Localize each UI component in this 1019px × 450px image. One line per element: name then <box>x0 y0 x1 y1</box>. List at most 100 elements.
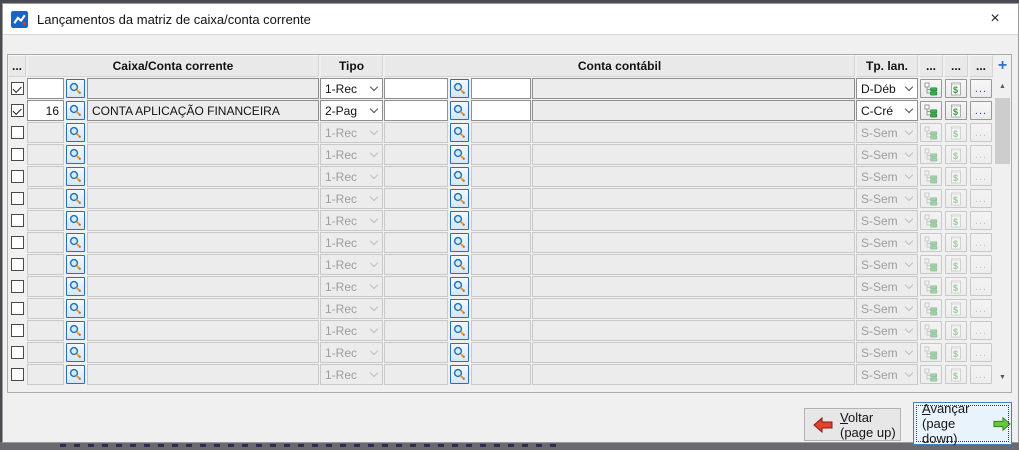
valores-cell[interactable]: $ <box>944 144 968 165</box>
tp-lan-cell[interactable]: S-Sem <box>856 122 918 143</box>
conta-name-cell[interactable] <box>532 342 855 363</box>
conta-lookup-cell[interactable] <box>449 144 470 165</box>
conta-code-cell[interactable] <box>384 276 448 297</box>
tp-lan-cell[interactable]: S-Sem <box>856 276 918 297</box>
money-document-button[interactable]: $ <box>945 79 967 98</box>
conta-name-cell[interactable] <box>532 232 855 253</box>
chevron-down-icon[interactable] <box>365 365 382 384</box>
conta-code-cell[interactable] <box>384 166 448 187</box>
caixa-lookup-cell[interactable] <box>65 298 86 319</box>
tp-lan-cell[interactable]: D-Déb <box>856 78 918 99</box>
tipo-cell[interactable]: 1-Rec <box>320 276 383 297</box>
tp-lan-select[interactable]: S-Sem <box>856 122 918 143</box>
money-document-button[interactable]: $ <box>945 233 967 252</box>
conta-reduzido-cell[interactable] <box>471 144 531 165</box>
row-select-checkbox[interactable] <box>8 210 26 231</box>
conta-reduzido-field[interactable] <box>471 232 531 253</box>
chart-of-accounts-button[interactable] <box>920 123 942 142</box>
more-options-cell[interactable]: ... <box>969 144 993 165</box>
conta-name-cell[interactable] <box>532 144 855 165</box>
conta-code-field[interactable] <box>384 342 448 363</box>
conta-code-cell[interactable] <box>384 298 448 319</box>
caixa-code-field[interactable] <box>27 342 64 363</box>
chevron-down-icon[interactable] <box>365 233 382 252</box>
conta-reduzido-cell[interactable] <box>471 78 531 99</box>
money-document-button[interactable]: $ <box>945 365 967 384</box>
more-options-cell[interactable]: ... <box>969 232 993 253</box>
chart-of-accounts-button[interactable] <box>920 79 942 98</box>
chevron-down-icon[interactable] <box>365 123 382 142</box>
caixa-name-cell[interactable] <box>87 232 319 253</box>
caixa-lookup-cell[interactable] <box>65 254 86 275</box>
conta-code-cell[interactable] <box>384 320 448 341</box>
caixa-name-field[interactable] <box>87 364 319 385</box>
conta-reduzido-field[interactable] <box>471 144 531 165</box>
chart-of-accounts-button[interactable] <box>920 211 942 230</box>
more-options-cell[interactable]: ... <box>969 320 993 341</box>
caixa-code-cell[interactable] <box>27 210 64 231</box>
conta-code-cell[interactable] <box>384 364 448 385</box>
conta-name-field[interactable] <box>532 144 855 165</box>
conta-name-field[interactable] <box>532 210 855 231</box>
caixa-code-cell[interactable]: 16 <box>27 100 64 121</box>
valores-cell[interactable]: $ <box>944 254 968 275</box>
plano-contas-cell[interactable] <box>919 364 943 385</box>
more-options-cell[interactable]: ... <box>969 78 993 99</box>
caixa-code-cell[interactable] <box>27 78 64 99</box>
valores-cell[interactable]: $ <box>944 188 968 209</box>
caixa-lookup-button[interactable] <box>66 123 85 142</box>
caixa-lookup-cell[interactable] <box>65 78 86 99</box>
tp-lan-select[interactable]: S-Sem <box>856 298 918 319</box>
ellipsis-button[interactable]: ... <box>970 79 992 98</box>
tp-lan-cell[interactable]: S-Sem <box>856 254 918 275</box>
chevron-down-icon[interactable] <box>365 145 382 164</box>
conta-lookup-cell[interactable] <box>449 254 470 275</box>
caixa-lookup-button[interactable] <box>66 255 85 274</box>
caixa-lookup-button[interactable] <box>66 189 85 208</box>
more-options-cell[interactable]: ... <box>969 254 993 275</box>
caixa-lookup-button[interactable] <box>66 211 85 230</box>
tp-lan-cell[interactable]: S-Sem <box>856 232 918 253</box>
tp-lan-cell[interactable]: S-Sem <box>856 364 918 385</box>
conta-lookup-button[interactable] <box>450 123 469 142</box>
conta-reduzido-field[interactable] <box>471 342 531 363</box>
caixa-name-field[interactable] <box>87 254 319 275</box>
more-options-cell[interactable]: ... <box>969 276 993 297</box>
caixa-lookup-cell[interactable] <box>65 342 86 363</box>
chevron-down-icon[interactable] <box>900 211 917 230</box>
ellipsis-button[interactable]: ... <box>970 299 992 318</box>
ellipsis-button[interactable]: ... <box>970 123 992 142</box>
conta-reduzido-field[interactable] <box>471 100 531 121</box>
chart-of-accounts-button[interactable] <box>920 299 942 318</box>
tipo-select[interactable]: 1-Rec <box>320 364 383 385</box>
caixa-name-cell[interactable] <box>87 78 319 99</box>
conta-code-cell[interactable] <box>384 232 448 253</box>
chevron-down-icon[interactable] <box>365 321 382 340</box>
tipo-cell[interactable]: 1-Rec <box>320 232 383 253</box>
caixa-code-cell[interactable] <box>27 144 64 165</box>
chevron-down-icon[interactable] <box>900 167 917 186</box>
caixa-code-field[interactable] <box>27 210 64 231</box>
conta-name-cell[interactable] <box>532 122 855 143</box>
caixa-code-cell[interactable] <box>27 188 64 209</box>
chart-of-accounts-button[interactable] <box>920 167 942 186</box>
valores-cell[interactable]: $ <box>944 342 968 363</box>
conta-code-field[interactable] <box>384 122 448 143</box>
conta-code-cell[interactable] <box>384 342 448 363</box>
caixa-lookup-cell[interactable] <box>65 276 86 297</box>
conta-code-cell[interactable] <box>384 210 448 231</box>
tp-lan-select[interactable]: S-Sem <box>856 166 918 187</box>
conta-reduzido-field[interactable] <box>471 122 531 143</box>
caixa-code-cell[interactable] <box>27 364 64 385</box>
tipo-cell[interactable]: 1-Rec <box>320 342 383 363</box>
caixa-code-cell[interactable] <box>27 276 64 297</box>
caixa-name-cell[interactable] <box>87 320 319 341</box>
tipo-select[interactable]: 1-Rec <box>320 78 383 99</box>
caixa-name-cell[interactable]: CONTA APLICAÇÃO FINANCEIRA <box>87 100 319 121</box>
conta-lookup-button[interactable] <box>450 79 469 98</box>
add-row-button[interactable]: + <box>994 55 1011 77</box>
ellipsis-button[interactable]: ... <box>970 167 992 186</box>
row-select-checkbox[interactable] <box>8 188 26 209</box>
tp-lan-cell[interactable]: C-Cré <box>856 100 918 121</box>
ellipsis-button[interactable]: ... <box>970 145 992 164</box>
